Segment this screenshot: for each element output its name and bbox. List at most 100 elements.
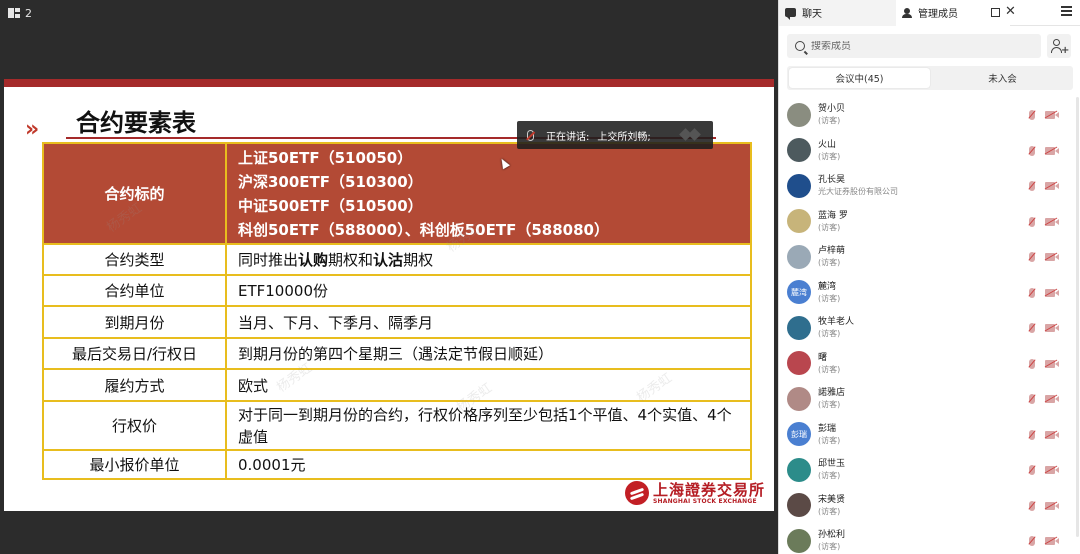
member-name: 宋美贤: [818, 494, 846, 505]
underlying-list: 上证50ETF（510050） 沪深300ETF（510300） 中证500ET…: [225, 142, 752, 245]
member-search[interactable]: [787, 34, 1041, 58]
mic-muted-icon[interactable]: [1029, 110, 1035, 120]
layout-icon[interactable]: [8, 8, 20, 18]
table-row: 合约类型 同时推出认购期权和认沽期权: [42, 243, 752, 276]
mic-muted-icon[interactable]: [1029, 287, 1035, 298]
mic-muted-icon[interactable]: [1029, 429, 1035, 440]
camera-off-icon[interactable]: [1045, 182, 1059, 190]
speaking-label: 正在讲话:: [546, 131, 590, 143]
member-row[interactable]: 曙 (访客): [779, 346, 1080, 382]
camera-off-icon[interactable]: [1045, 253, 1059, 261]
member-role: (访客): [818, 542, 841, 552]
mic-muted-icon[interactable]: [1029, 323, 1035, 333]
mic-muted-icon[interactable]: [1029, 145, 1035, 156]
member-name: 諾雅店: [818, 388, 846, 399]
member-row[interactable]: 孙松利 (访客): [779, 523, 1080, 554]
seg-in-meeting[interactable]: 会议中(45): [789, 68, 930, 88]
mic-muted-icon[interactable]: [1029, 394, 1035, 404]
camera-off-icon[interactable]: [1045, 430, 1059, 439]
table-row: 最小报价单位 0.0001元: [42, 449, 752, 480]
avatar: [787, 351, 811, 376]
double-chevron-icon: »: [25, 117, 39, 142]
underlying-item: 科创50ETF（588000）、科创板50ETF（588080）: [238, 221, 609, 239]
mic-muted-icon[interactable]: [1029, 252, 1035, 262]
member-row[interactable]: 火山 (访客): [779, 133, 1080, 169]
member-role: (访客): [818, 471, 841, 481]
member-row[interactable]: 彭瑞 彭瑞 (访客): [779, 417, 1080, 453]
underlying-item: 沪深300ETF（510300）: [238, 173, 423, 191]
shared-screen-area: 2 » 合约要素表 合约标的 上证50ETF（510050） 沪深300ETF（…: [0, 0, 778, 554]
member-row[interactable]: 麓湾 麓湾 (访客): [779, 275, 1080, 311]
member-role: 光大证券股份有限公司: [818, 187, 898, 197]
logo-text-en: SHANGHAI STOCK EXCHANGE: [652, 497, 757, 505]
avatar: [787, 386, 811, 411]
mic-muted-icon[interactable]: [1029, 181, 1035, 191]
camera-off-icon[interactable]: [1045, 146, 1059, 155]
audio-wave-icon: [681, 129, 703, 141]
member-row[interactable]: 蓝海 罗 (访客): [779, 204, 1080, 240]
member-row[interactable]: 孔长昊 光大证券股份有限公司: [779, 168, 1080, 204]
camera-off-icon[interactable]: [1045, 466, 1059, 474]
camera-off-icon[interactable]: [1045, 395, 1059, 403]
table-key: 合约单位: [42, 274, 227, 307]
camera-off-icon[interactable]: [1045, 324, 1059, 332]
slide-title: 合约要素表: [76, 109, 196, 137]
camera-off-icon[interactable]: [1045, 288, 1059, 297]
person-icon: [902, 7, 912, 18]
member-name: 卢梓萌: [818, 246, 846, 257]
tab-members-label: 管理成员: [918, 9, 958, 20]
camera-off-icon[interactable]: [1045, 217, 1059, 226]
camera-off-icon[interactable]: [1045, 111, 1059, 119]
member-name: 彭瑞: [818, 423, 837, 434]
popout-icon[interactable]: [991, 8, 1000, 17]
add-member-button[interactable]: +: [1047, 34, 1071, 58]
member-role: (访客): [818, 151, 841, 161]
avatar: [787, 173, 811, 198]
mic-muted-icon[interactable]: [1029, 536, 1035, 546]
speaker-name: 上交所刘畅;: [597, 131, 651, 143]
table-value: 0.0001元: [225, 449, 752, 480]
table-key: 行权价: [42, 400, 227, 451]
close-icon[interactable]: ✕: [1005, 4, 1016, 19]
member-name: 蓝海 罗: [818, 210, 848, 221]
member-role: (访客): [818, 258, 841, 268]
table-value: 同时推出认购期权和认沽期权: [225, 243, 752, 276]
avatar: [787, 315, 811, 340]
tab-chat-label: 聊天: [802, 9, 822, 20]
mic-muted-icon[interactable]: [1029, 465, 1035, 475]
member-row[interactable]: 諾雅店 (访客): [779, 381, 1080, 417]
mic-muted-icon[interactable]: [1029, 216, 1035, 227]
mic-muted-icon[interactable]: [1029, 500, 1035, 511]
avatar: [787, 528, 811, 553]
table-value: 对于同一到期月份的合约，行权价格序列至少包括1个平值、4个实值、4个虚值: [225, 400, 752, 451]
camera-off-icon[interactable]: [1045, 501, 1059, 510]
member-name: 孔长昊: [818, 175, 846, 186]
member-row[interactable]: 邱世玉 (访客): [779, 452, 1080, 488]
member-name: 麓湾: [818, 281, 837, 292]
member-role: (访客): [818, 329, 841, 339]
table-value: 当月、下月、下季月、隔季月: [225, 305, 752, 339]
avatar: [787, 102, 811, 127]
member-name: 贺小贝: [818, 104, 846, 115]
seg-not-joined[interactable]: 未入会: [932, 66, 1073, 90]
member-row[interactable]: 卢梓萌 (访客): [779, 239, 1080, 275]
member-row[interactable]: 宋美贤 (访客): [779, 488, 1080, 524]
scrollbar[interactable]: [1076, 97, 1079, 537]
member-role: (访客): [818, 116, 841, 126]
panel-tabs: 聊天 管理成员 ✕: [779, 0, 1080, 26]
sse-emblem-icon: [624, 481, 649, 505]
camera-off-icon[interactable]: [1045, 537, 1059, 545]
search-input[interactable]: [811, 40, 1011, 52]
member-list: 贺小贝 (访客) 火山 (访客) 孔长昊 光大证券股份有限公司 蓝海 罗 (访客) 卢梓萌 (访客…: [779, 97, 1080, 554]
menu-icon[interactable]: [1061, 6, 1072, 8]
table-value: 欧式: [225, 368, 752, 402]
member-row[interactable]: 牧羊老人 (访客): [779, 310, 1080, 346]
member-row[interactable]: 贺小贝 (访客): [779, 97, 1080, 133]
avatar: 彭瑞: [787, 422, 811, 447]
table-row: 到期月份 当月、下月、下季月、隔季月: [42, 305, 752, 339]
camera-off-icon[interactable]: [1045, 359, 1059, 368]
mic-muted-icon[interactable]: [1029, 358, 1035, 369]
avatar: [787, 244, 811, 269]
table-value: 到期月份的第四个星期三（遇法定节假日顺延）: [225, 337, 752, 370]
tab-chat[interactable]: 聊天: [779, 0, 896, 26]
